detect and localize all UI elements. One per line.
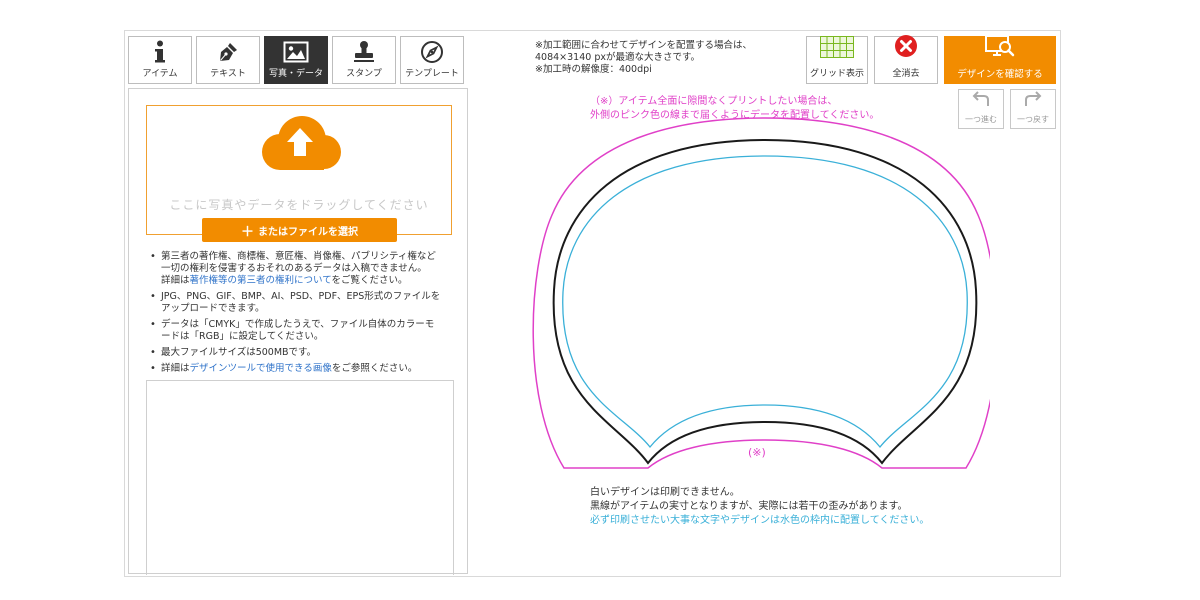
tab-stamp[interactable]: スタンプ — [332, 36, 396, 84]
tab-template[interactable]: テンプレート — [400, 36, 464, 84]
note-copyright: 第三者の著作権、商標権、意匠権、肖像権、パブリシティ権など 一切の権利を侵害する… — [149, 251, 454, 287]
tab-template-label: テンプレート — [405, 69, 459, 79]
resolution-info: ※加工範囲に合わせてデザインを配置する場合は、 4084×3140 pxが最適な… — [535, 40, 752, 76]
select-file-label: またはファイルを選択 — [258, 226, 358, 238]
monitor-search-icon — [984, 34, 1016, 62]
bleed-outline — [532, 117, 990, 469]
grid-toggle-button[interactable]: グリッド表示 — [806, 36, 868, 84]
note-text: データは「CMYK」で作成したうえで、ファイル自体のカラーモ — [161, 319, 435, 330]
note-text: ードは「RGB」に設定してください。 — [161, 331, 324, 342]
note-details: 詳細はデザインツールで使用できる画像をご参照ください。 — [149, 363, 454, 375]
clear-icon — [894, 34, 918, 62]
note-text: 詳細は — [161, 275, 190, 286]
tab-stamp-label: スタンプ — [346, 69, 382, 79]
copyright-link[interactable]: 著作権等の第三者の権利について — [190, 275, 332, 286]
note-text: をご参照ください。 — [331, 363, 418, 374]
info-line: 4084×3140 pxが最適な大きさです。 — [535, 52, 701, 63]
item-outline — [552, 138, 978, 465]
tab-photo-data[interactable]: 写真・データ — [264, 36, 328, 84]
note-text: をご覧ください。 — [331, 275, 408, 286]
note-text: 最大ファイルサイズは500MBです。 — [161, 347, 317, 358]
info-line: ※加工時の解像度：400dpi — [535, 64, 652, 75]
upload-notes: 第三者の著作権、商標権、意匠権、肖像権、パブリシティ権など 一切の権利を侵害する… — [149, 251, 454, 379]
undo-icon — [1022, 90, 1044, 114]
design-canvas[interactable] — [530, 100, 990, 480]
safe-area-outline — [562, 155, 968, 449]
plus-icon: ＋ — [240, 224, 254, 240]
undo-button[interactable]: 一つ戻す — [1010, 89, 1056, 129]
tab-photo-data-label: 写真・データ — [268, 69, 323, 79]
upload-panel: ここに写真やデータをドラッグしてください ＋ またはファイルを選択 第三者の著作… — [128, 88, 468, 575]
note-line: 黒線がアイテムの実寸となりますが、実際には若干の歪みがあります。 — [590, 501, 908, 512]
clear-all-button[interactable]: 全消去 — [874, 34, 938, 84]
note-line: 白いデザインは印刷できません。 — [590, 487, 740, 498]
cloud-upload-icon — [252, 114, 348, 178]
pen-nib-icon — [217, 38, 239, 66]
undo-label: 一つ戻す — [1017, 115, 1049, 124]
note-formats: JPG、PNG、GIF、BMP、AI、PSD、PDF、EPS形式のファイルを ア… — [149, 291, 454, 315]
tab-text[interactable]: テキスト — [196, 36, 260, 84]
info-line: ※加工範囲に合わせてデザインを配置する場合は、 — [535, 40, 752, 51]
tool-tabs: アイテム テキスト 写真・データ スタンプ テンプレート — [128, 36, 464, 84]
print-notes: 白いデザインは印刷できません。 黒線がアイテムの実寸となりますが、実際には若干の… — [590, 486, 929, 528]
note-line-safe-area: 必ず印刷させたい大事な文字やデザインは水色の枠内に配置してください。 — [590, 515, 930, 526]
tab-text-label: テキスト — [210, 69, 246, 79]
drop-instruction: ここに写真やデータをドラッグしてください — [169, 198, 429, 212]
confirm-design-label: デザインを確認する — [957, 69, 1043, 80]
drop-zone[interactable]: ここに写真やデータをドラッグしてください ＋ またはファイルを選択 — [146, 105, 452, 242]
compass-icon — [420, 38, 444, 66]
note-max-size: 最大ファイルサイズは500MBです。 — [149, 347, 454, 359]
tab-item[interactable]: アイテム — [128, 36, 192, 84]
info-icon — [153, 38, 167, 66]
confirm-design-button[interactable]: デザインを確認する — [944, 34, 1056, 84]
tab-item-label: アイテム — [142, 69, 178, 79]
note-text: 一切の権利を侵害するおそれのあるデータは入稿できません。 — [161, 263, 427, 274]
note-text: 第三者の著作権、商標権、意匠権、肖像権、パブリシティ権など — [161, 251, 436, 262]
stamp-icon — [352, 38, 376, 66]
usable-images-link[interactable]: デザインツールで使用できる画像 — [190, 363, 332, 374]
grid-toggle-label: グリッド表示 — [809, 69, 864, 79]
select-file-button[interactable]: ＋ またはファイルを選択 — [202, 218, 397, 242]
uploaded-images-list[interactable] — [146, 380, 454, 575]
note-text: 詳細は — [161, 363, 190, 374]
grid-icon — [820, 36, 854, 62]
clear-all-label: 全消去 — [892, 69, 920, 79]
bleed-mark: (※) — [748, 446, 766, 459]
note-color-mode: データは「CMYK」で作成したうえで、ファイル自体のカラーモ ードは「RGB」に… — [149, 319, 454, 343]
image-icon — [283, 38, 309, 66]
note-text: アップロードできます。 — [161, 303, 265, 314]
note-text: JPG、PNG、GIF、BMP、AI、PSD、PDF、EPS形式のファイルを — [161, 291, 441, 302]
